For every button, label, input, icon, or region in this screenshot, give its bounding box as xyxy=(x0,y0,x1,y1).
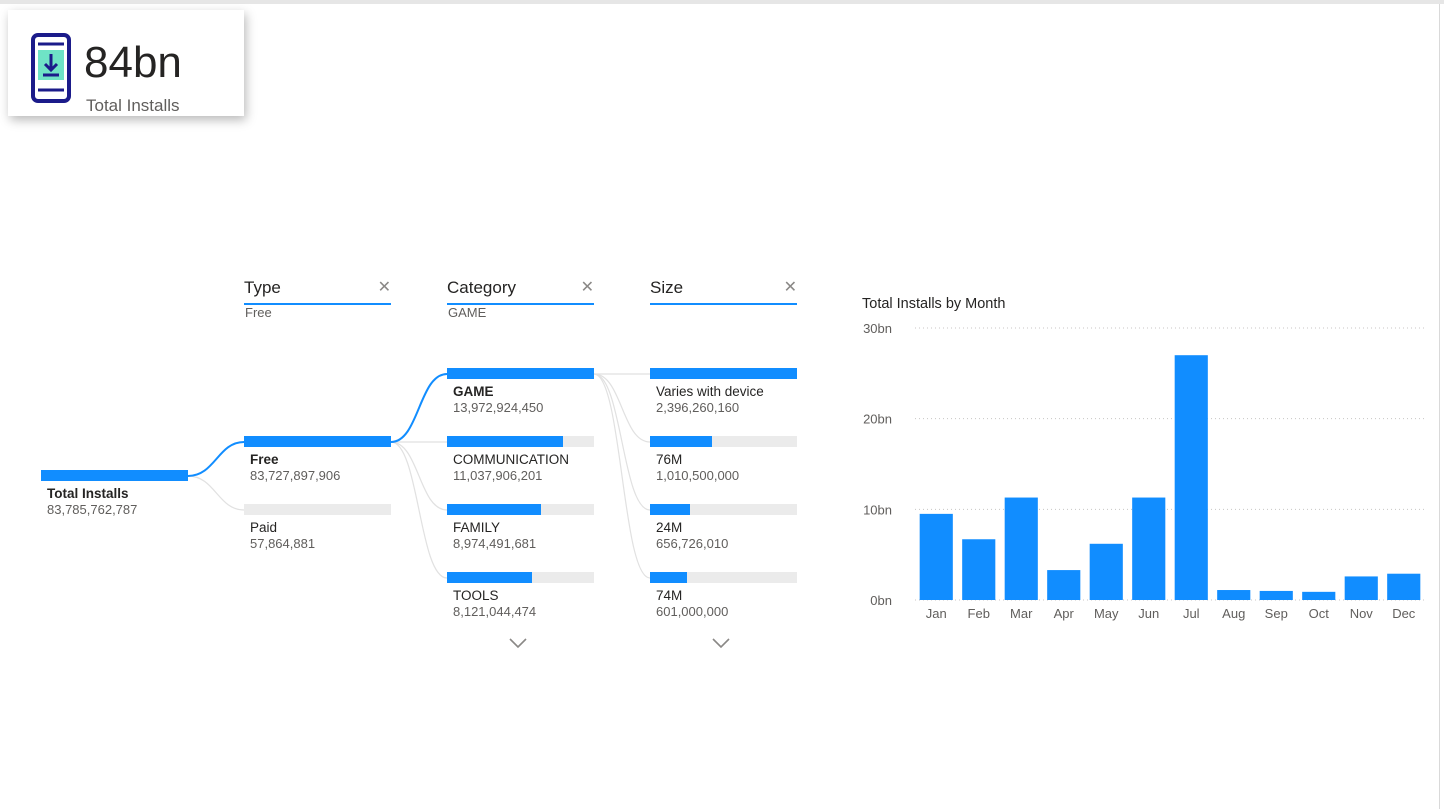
level-header-category[interactable]: Category ✕ xyxy=(447,277,594,305)
node-label: 76M xyxy=(656,452,683,467)
level-filter: Free xyxy=(245,305,272,320)
bar-feb[interactable] xyxy=(962,539,996,600)
node-label: Paid xyxy=(250,520,278,535)
node-value: 8,974,491,681 xyxy=(453,536,537,551)
y-tick-label: 30bn xyxy=(863,321,892,336)
node-bar-fill xyxy=(244,436,391,447)
node-value: 83,785,762,787 xyxy=(47,502,138,517)
node-label: TOOLS xyxy=(453,588,499,603)
node-label: 24M xyxy=(656,520,683,535)
level-title: Category xyxy=(447,278,516,297)
node-label: 74M xyxy=(656,588,683,603)
node-bar-fill xyxy=(650,572,687,583)
node-value: 8,121,044,474 xyxy=(453,604,537,619)
level-header-type[interactable]: Type ✕ xyxy=(244,277,391,305)
bar-aug[interactable] xyxy=(1217,590,1251,600)
bar-sep[interactable] xyxy=(1259,590,1293,600)
chart-title: Total Installs by Month xyxy=(862,296,1006,312)
chevron-down-icon[interactable] xyxy=(508,637,528,649)
node-value: 1,010,500,000 xyxy=(656,468,740,483)
x-tick-label: Apr xyxy=(1054,606,1075,621)
node-bar-fill xyxy=(650,436,712,447)
node-value: 13,972,924,450 xyxy=(453,400,544,415)
bar-mar[interactable] xyxy=(1004,497,1038,600)
bar-jun[interactable] xyxy=(1132,497,1166,600)
x-tick-label: Feb xyxy=(968,606,990,621)
x-tick-label: Dec xyxy=(1392,606,1416,621)
node-bar-fill xyxy=(447,572,532,583)
node-label: Free xyxy=(250,452,279,467)
node-bar-fill xyxy=(650,368,797,379)
node-value: 2,396,260,160 xyxy=(656,400,740,415)
bar-apr[interactable] xyxy=(1047,570,1081,600)
x-tick-label: Nov xyxy=(1350,606,1374,621)
level-header-size[interactable]: Size ✕ xyxy=(650,277,797,305)
installs-by-month-chart[interactable]: 0bn 10bn 20bn 30bn Jan Feb Mar Apr May Jun Jul Aug S… xyxy=(850,315,1430,630)
level-filter: GAME xyxy=(448,305,487,320)
bar-dec[interactable] xyxy=(1387,573,1421,600)
node-bar-fill xyxy=(650,504,690,515)
bar-oct[interactable] xyxy=(1302,591,1336,600)
node-label: Total Installs xyxy=(47,486,129,501)
node-bar-fill xyxy=(447,436,563,447)
node-value: 11,037,906,201 xyxy=(453,468,543,483)
node-label: Varies with device xyxy=(656,384,764,399)
x-tick-label: Oct xyxy=(1309,606,1330,621)
node-label: COMMUNICATION xyxy=(453,452,569,467)
close-icon[interactable]: ✕ xyxy=(581,279,594,297)
y-tick-label: 20bn xyxy=(863,412,892,427)
x-tick-label: May xyxy=(1094,606,1119,621)
node-label: FAMILY xyxy=(453,520,501,535)
node-bar-track xyxy=(244,504,391,515)
x-tick-label: Sep xyxy=(1265,606,1288,621)
y-tick-label: 0bn xyxy=(870,593,892,608)
x-tick-label: Jan xyxy=(926,606,947,621)
node-bar-fill xyxy=(447,368,594,379)
node-value: 83,727,897,906 xyxy=(250,468,341,483)
node-value: 656,726,010 xyxy=(656,536,729,551)
x-tick-label: Aug xyxy=(1222,606,1245,621)
level-title: Size xyxy=(650,278,684,297)
x-tick-label: Mar xyxy=(1010,606,1033,621)
bar-jan[interactable] xyxy=(919,513,953,600)
close-icon[interactable]: ✕ xyxy=(378,279,391,297)
chevron-down-icon[interactable] xyxy=(711,637,731,649)
level-title: Type xyxy=(244,278,281,297)
x-tick-label: Jul xyxy=(1183,606,1200,621)
node-bar-fill xyxy=(447,504,541,515)
y-tick-label: 10bn xyxy=(863,502,892,517)
node-bar-fill xyxy=(41,470,188,481)
node-value: 57,864,881 xyxy=(250,536,316,551)
close-icon[interactable]: ✕ xyxy=(784,279,797,297)
bar-nov[interactable] xyxy=(1344,576,1378,600)
bar-jul[interactable] xyxy=(1174,355,1208,600)
x-tick-label: Jun xyxy=(1138,606,1159,621)
node-value: 601,000,000 xyxy=(656,604,729,619)
node-label: GAME xyxy=(453,384,494,399)
bar-may[interactable] xyxy=(1089,543,1123,600)
